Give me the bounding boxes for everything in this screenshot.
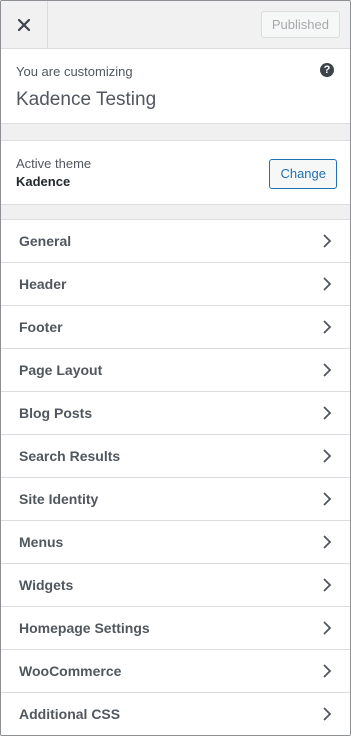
customizer-sections-list: General Header Footer Page Layout Blog Posts… [1, 220, 350, 735]
close-icon [18, 18, 30, 31]
section-item-label: General [19, 233, 72, 249]
section-item-label: Widgets [19, 577, 74, 593]
section-item-homepage-settings[interactable]: Homepage Settings [1, 607, 350, 650]
section-item-label: Homepage Settings [19, 620, 150, 636]
chevron-right-icon [323, 363, 332, 377]
section-item-page-layout[interactable]: Page Layout [1, 349, 350, 392]
section-item-additional-css[interactable]: Additional CSS [1, 693, 350, 735]
active-theme-panel: Active theme Kadence Change [1, 141, 350, 205]
section-item-blog-posts[interactable]: Blog Posts [1, 392, 350, 435]
site-title: Kadence Testing [16, 89, 157, 110]
section-item-header[interactable]: Header [1, 263, 350, 306]
customizer-header: Published [1, 1, 350, 49]
customizing-info: You are customizing Kadence Testing ? [1, 49, 350, 124]
section-item-general[interactable]: General [1, 220, 350, 263]
chevron-right-icon [323, 707, 332, 721]
chevron-right-icon [323, 406, 332, 420]
section-item-site-identity[interactable]: Site Identity [1, 478, 350, 521]
section-item-label: Search Results [19, 448, 121, 464]
section-item-label: Menus [19, 534, 64, 550]
section-item-label: Page Layout [19, 362, 103, 378]
section-item-search-results[interactable]: Search Results [1, 435, 350, 478]
close-button[interactable] [1, 1, 48, 48]
chevron-right-icon [323, 320, 332, 334]
chevron-right-icon [323, 578, 332, 592]
section-divider [1, 205, 350, 220]
chevron-right-icon [323, 621, 332, 635]
change-theme-button[interactable]: Change [269, 159, 337, 189]
section-item-label: Blog Posts [19, 405, 93, 421]
customizer-panel: Published You are customizing Kadence Te… [0, 0, 351, 736]
section-item-footer[interactable]: Footer [1, 306, 350, 349]
chevron-right-icon [323, 535, 332, 549]
chevron-right-icon [323, 234, 332, 248]
section-divider [1, 124, 350, 141]
customizing-label: You are customizing [16, 64, 133, 79]
chevron-right-icon [323, 664, 332, 678]
help-icon[interactable]: ? [320, 63, 334, 77]
chevron-right-icon [323, 449, 332, 463]
section-item-label: Additional CSS [19, 706, 121, 722]
section-item-label: WooCommerce [19, 663, 122, 679]
section-item-menus[interactable]: Menus [1, 521, 350, 564]
published-button[interactable]: Published [260, 11, 340, 38]
chevron-right-icon [323, 492, 332, 506]
section-item-widgets[interactable]: Widgets [1, 564, 350, 607]
section-item-label: Site Identity [19, 491, 99, 507]
section-item-label: Header [19, 276, 67, 292]
chevron-right-icon [323, 277, 332, 291]
section-item-label: Footer [19, 319, 63, 335]
section-item-woocommerce[interactable]: WooCommerce [1, 650, 350, 693]
